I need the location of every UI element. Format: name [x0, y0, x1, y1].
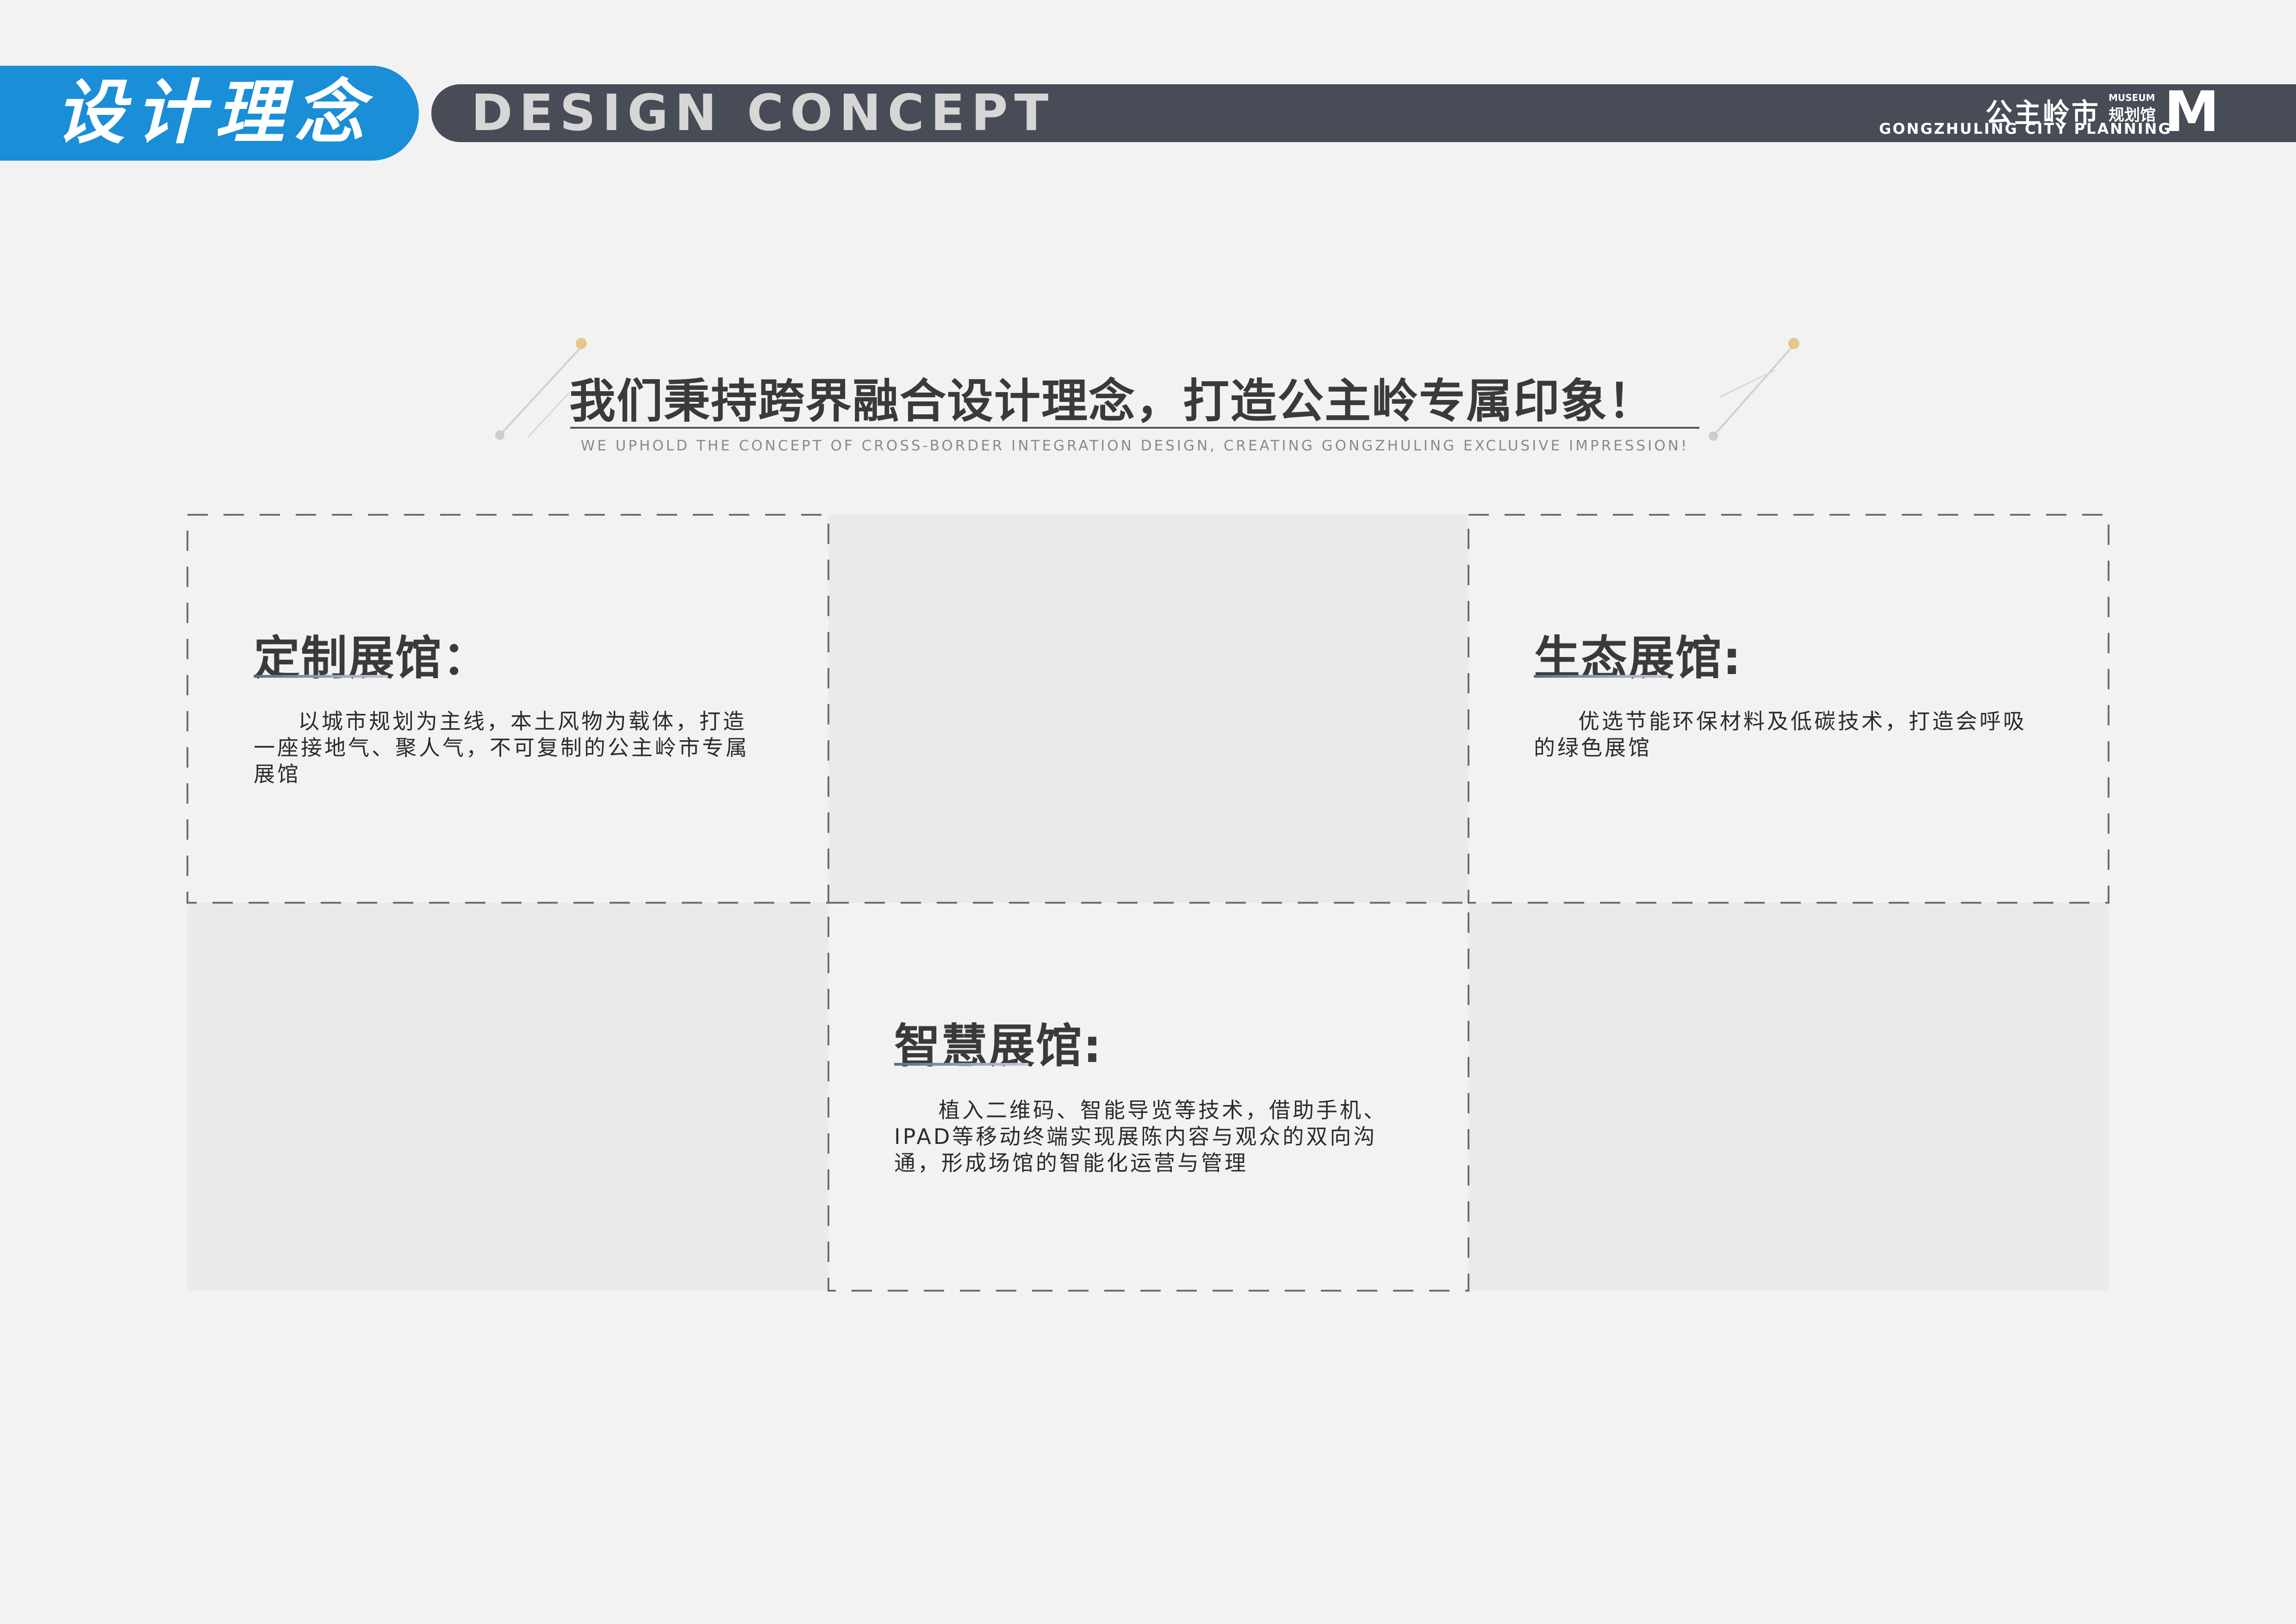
dashed-grid — [187, 514, 2109, 1292]
panel-title-underline — [894, 1063, 1028, 1066]
panel-text-smart: 植入二维码、智能导览等技术，借助手机、IPAD等移动终端实现展陈内容与观众的双向… — [894, 1098, 1387, 1175]
panel-title-underline — [254, 675, 388, 678]
panel-title-underline — [1534, 675, 1668, 678]
panel-text-custom: 以城市规划为主线，本土风物为载体，打造一座接地气、聚人气，不可复制的公主岭市专属… — [254, 709, 749, 787]
panel-text-eco: 优选节能环保材料及低碳技术，打造会呼吸的绿色展馆 — [1534, 709, 2027, 760]
